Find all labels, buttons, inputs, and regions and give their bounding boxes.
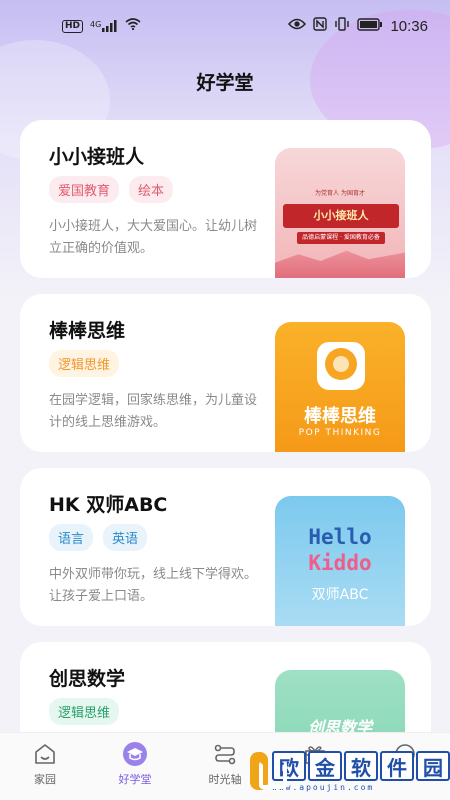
lion-app-icon [317,342,365,390]
course-thumbnail: 为党育人 为国育才 小小接班人 品德启蒙课程 · 爱国教育必备 [275,148,405,278]
battery-icon [357,17,383,35]
course-description: 中外双师带你玩，线上线下学得欢。让孩子爱上口语。 [49,567,258,604]
course-card[interactable]: HK 双师ABC 语言 英语 中外双师带你玩，线上线下学得欢。让孩子爱上口语。 … [20,468,431,626]
tag-group: 逻辑思维 [49,698,120,725]
thumb-logo-text: Hello Kiddo [275,524,405,576]
thumb-line-2: Kiddo [308,551,372,575]
thumb-banner: 小小接班人 [283,204,399,228]
course-thumbnail: 棒棒思维 POP THINKING [275,322,405,452]
graduation-cap-icon [122,741,148,767]
watermark-char: 金 [308,750,342,781]
clock: 10:36 [390,17,428,35]
thumb-top-text: 为党育人 为国育才 [315,190,365,197]
thumb-line-1: Hello [308,525,372,549]
watermark-char: 软 [344,750,378,781]
wifi-icon [125,18,141,34]
watermark: 欧 金 软 件 园 www.apoujin.com [250,745,450,797]
course-tag: 逻辑思维 [49,698,120,725]
thumb-subtitle: 双师ABC [311,587,369,603]
thumb-english-title: POP THINKING [298,428,382,438]
course-description: 在园学逻辑，回家练思维，为儿童设计的线上思维游戏。 [49,393,258,430]
home-icon [32,741,58,767]
page-title: 好学堂 [196,72,254,94]
tag-group: 逻辑思维 [49,350,120,377]
course-list: 小小接班人 爱国教育 绘本 小小接班人，大大爱国心。让幼儿树立正确的价值观。 为… [20,120,431,800]
course-tag: 英语 [103,524,148,551]
timeline-icon [212,741,238,767]
course-tag: 绘本 [129,176,174,203]
nfc-icon [313,17,328,35]
vibrate-icon [334,17,350,35]
status-bar: HD 4G 10:36 [0,0,450,52]
course-tag: 爱国教育 [49,176,120,203]
watermark-char: 园 [416,750,450,781]
tab-label: 好学堂 [118,773,152,786]
lion-mane [325,348,357,380]
tab-home[interactable]: 家园 [0,741,90,800]
course-description: 小小接班人，大大爱国心。让幼儿树立正确的价值观。 [49,219,258,256]
course-title: 小小接班人 [49,146,145,168]
thumb-subtitle: 品德启蒙课程 · 爱国教育必备 [297,232,385,244]
watermark-text: 欧 金 软 件 园 www.apoujin.com [272,750,450,792]
course-thumbnail: Hello Kiddo 双师ABC [275,496,405,626]
eye-icon [288,18,307,34]
tag-group: 语言 英语 [49,524,148,551]
watermark-logo-icon [250,752,287,790]
tab-school[interactable]: 好学堂 [90,741,180,800]
watermark-char: 件 [380,750,414,781]
tab-label: 时光轴 [208,773,242,786]
course-title: HK 双师ABC [49,494,168,516]
great-wall-illustration [275,250,405,278]
course-card[interactable]: 棒棒思维 逻辑思维 在园学逻辑，回家练思维，为儿童设计的线上思维游戏。 棒棒思维… [20,294,431,452]
course-title: 创思数学 [49,668,126,690]
thumb-title: 棒棒思维 [304,406,376,427]
network-type-label: 4G [90,20,102,29]
watermark-url: www.apoujin.com [272,782,375,792]
watermark-chars: 欧 金 软 件 园 [272,750,450,781]
course-title: 棒棒思维 [49,320,126,342]
lion-face [333,356,349,372]
course-card[interactable]: 小小接班人 爱国教育 绘本 小小接班人，大大爱国心。让幼儿树立正确的价值观。 为… [20,120,431,278]
course-tag: 逻辑思维 [49,350,120,377]
course-tag: 语言 [49,524,94,551]
tab-label: 家园 [34,773,56,786]
signal-icon: 4G [90,20,118,32]
tag-group: 爱国教育 绘本 [49,176,174,203]
hd-icon: HD [62,19,84,33]
